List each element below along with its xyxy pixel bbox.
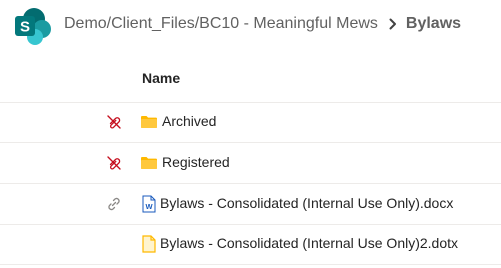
file-name-link[interactable]: Bylaws - Consolidated (Internal Use Only…: [160, 235, 458, 251]
sync-error-icon[interactable]: [106, 155, 122, 171]
link-icon[interactable]: [106, 196, 122, 212]
file-name-link[interactable]: Registered: [162, 154, 230, 170]
word-document-icon: W: [140, 195, 158, 213]
sharepoint-logo-icon[interactable]: S: [12, 6, 54, 48]
svg-text:W: W: [145, 202, 153, 211]
table-row[interactable]: Registered: [0, 143, 501, 184]
table-row[interactable]: Archived: [0, 102, 501, 143]
column-header-name[interactable]: Name: [142, 70, 180, 86]
column-header-row: Name: [0, 58, 501, 103]
file-name-link[interactable]: Archived: [162, 113, 216, 129]
svg-text:S: S: [20, 19, 30, 36]
folder-icon: [140, 113, 158, 131]
file-name-link[interactable]: Bylaws - Consolidated (Internal Use Only…: [160, 195, 453, 211]
document-template-icon: [140, 235, 158, 253]
header-bar: S Demo/Client_Files/BC10 - Meaningful Me…: [0, 0, 501, 50]
breadcrumb-path-link[interactable]: Demo/Client_Files/BC10 - Meaningful Mews: [64, 15, 378, 33]
chevron-right-icon: [388, 18, 398, 30]
folder-icon: [140, 154, 158, 172]
sync-error-icon[interactable]: [106, 114, 122, 130]
breadcrumb: Demo/Client_Files/BC10 - Meaningful Mews…: [64, 15, 461, 33]
table-row[interactable]: W Bylaws - Consolidated (Internal Use On…: [0, 184, 501, 225]
breadcrumb-current: Bylaws: [405, 15, 462, 32]
table-row[interactable]: Bylaws - Consolidated (Internal Use Only…: [0, 224, 501, 265]
